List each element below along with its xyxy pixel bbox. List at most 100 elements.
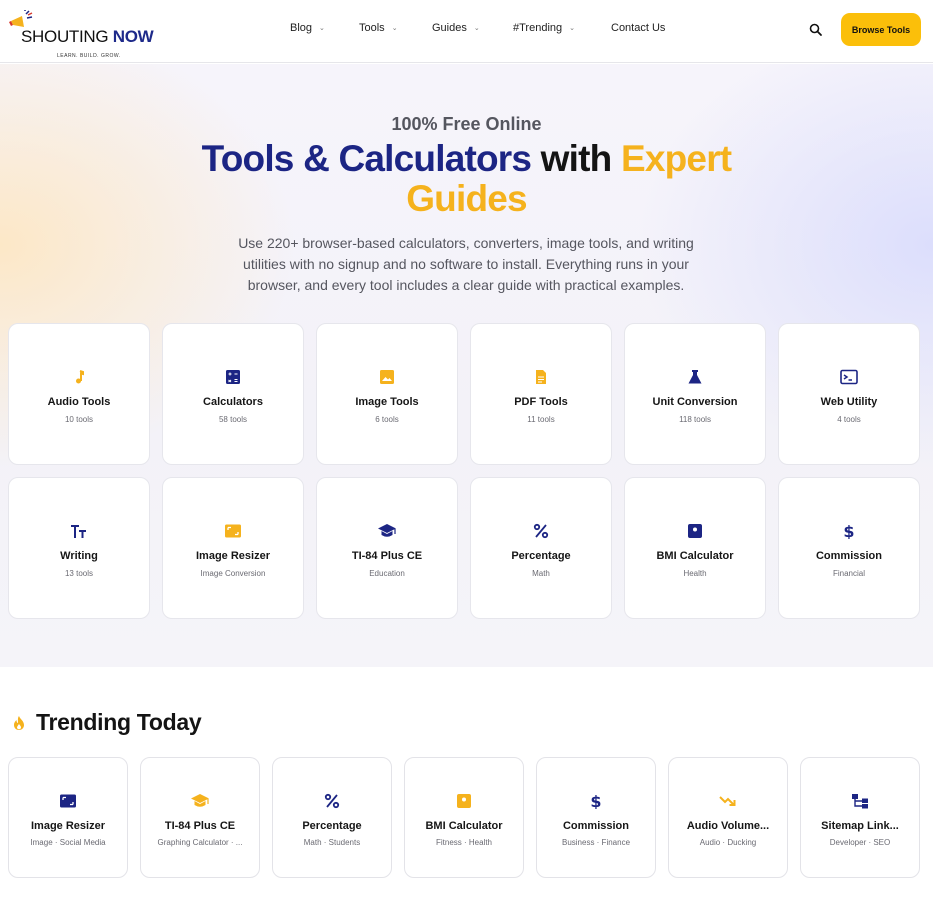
featured-card-writing[interactable]: Writing 13 tools — [8, 477, 150, 619]
card-tags: Image · Social Media — [30, 838, 106, 847]
photo-size-icon — [225, 524, 241, 538]
featured-card-commission[interactable]: $ Commission Financial — [778, 477, 920, 619]
hero-section: 100% Free Online Tools & Calculators wit… — [0, 64, 933, 667]
site-header: SHOUTING NOW LEARN. BUILD. GROW. Blog ⌄ T… — [0, 0, 933, 63]
card-tags: Developer · SEO — [829, 838, 891, 847]
trending-card-ti84[interactable]: TI-84 Plus CE Graphing Calculator · ... — [140, 757, 260, 878]
card-subtitle: Math — [532, 569, 550, 578]
dollar-icon: $ — [843, 523, 854, 539]
card-count: 58 tools — [218, 415, 248, 424]
card-title: PDF Tools — [514, 396, 568, 408]
card-title: Sitemap Link... — [821, 820, 899, 832]
card-count: 6 tools — [375, 415, 399, 424]
hero-eyebrow: 100% Free Online — [391, 114, 542, 134]
card-title: Writing — [60, 550, 98, 562]
card-title: Commission — [815, 550, 882, 562]
photo-size-icon — [60, 794, 76, 808]
logo-tagline: LEARN. BUILD. GROW. — [57, 53, 121, 59]
nav-blog[interactable]: Blog ⌄ — [290, 22, 359, 34]
trending-card-image-resizer[interactable]: Image Resizer Image · Social Media — [8, 757, 128, 878]
chevron-down-icon: ⌄ — [391, 25, 398, 32]
card-title: Audio Tools — [47, 396, 111, 408]
card-title: Image Resizer — [31, 820, 105, 832]
graduation-cap-icon — [191, 794, 209, 807]
image-icon — [380, 370, 394, 384]
card-title: BMI Calculator — [656, 550, 734, 562]
card-title: Image Resizer — [196, 550, 270, 562]
card-subtitle: Health — [683, 569, 707, 578]
category-grid: Audio Tools 10 tools Calculators 58 tool… — [8, 323, 922, 465]
nav-guides[interactable]: Guides ⌄ — [432, 22, 513, 34]
svg-text:$: $ — [590, 793, 601, 809]
featured-card-bmi[interactable]: BMI Calculator Health — [624, 477, 766, 619]
card-title: Percentage — [302, 820, 362, 832]
card-count: 10 tools — [64, 415, 94, 424]
scale-icon — [688, 524, 702, 538]
browse-tools-button[interactable]: Browse Tools — [841, 13, 921, 46]
category-card-image-tools[interactable]: Image Tools 6 tools — [316, 323, 458, 465]
category-card-pdf-tools[interactable]: PDF Tools 11 tools — [470, 323, 612, 465]
featured-grid: Writing 13 tools Image Resizer Image Con… — [8, 477, 922, 619]
graduation-cap-icon — [378, 524, 396, 537]
logo-wordmark: SHOUTING NOW — [21, 27, 154, 46]
card-tags: Fitness · Health — [435, 838, 493, 847]
card-tags: Graphing Calculator · ... — [157, 838, 243, 847]
terminal-icon — [840, 369, 858, 385]
hero-description: Use 220+ browser-based calculators, conv… — [238, 235, 694, 293]
nav-trending[interactable]: #Trending ⌄ — [513, 22, 611, 34]
card-count: 4 tools — [837, 415, 861, 424]
chevron-down-icon: ⌄ — [473, 25, 480, 32]
category-card-unit-conversion[interactable]: Unit Conversion 118 tools — [624, 323, 766, 465]
trending-card-bmi[interactable]: BMI Calculator Fitness · Health — [404, 757, 524, 878]
card-title: TI-84 Plus CE — [351, 550, 423, 562]
percent-icon — [533, 523, 549, 539]
card-title: Percentage — [511, 550, 571, 562]
card-count: 11 tools — [527, 415, 555, 424]
document-icon — [536, 370, 546, 384]
main-nav: Blog ⌄ Tools ⌄ Guides ⌄ #Trending ⌄ Contact … — [290, 22, 665, 34]
trending-card-audio-volume[interactable]: Audio Volume... Audio · Ducking — [668, 757, 788, 878]
percent-icon — [324, 793, 340, 809]
text-size-icon — [71, 525, 86, 538]
card-subtitle: Financial — [832, 569, 865, 578]
trending-title: Trending Today — [36, 709, 202, 735]
card-tags: Math · Students — [303, 838, 361, 847]
flame-icon — [14, 715, 24, 730]
card-count: 118 tools — [679, 415, 711, 424]
card-subtitle: 13 tools — [64, 569, 94, 578]
calculator-icon — [226, 370, 240, 384]
card-subtitle: Education — [369, 569, 405, 578]
nav-contact-us[interactable]: Contact Us — [611, 22, 665, 34]
card-title: BMI Calculator — [425, 820, 503, 832]
card-title: Web Utility — [820, 396, 878, 408]
featured-card-image-resizer[interactable]: Image Resizer Image Conversion — [162, 477, 304, 619]
card-title: Image Tools — [355, 396, 419, 408]
trending-card-percentage[interactable]: Percentage Math · Students — [272, 757, 392, 878]
category-card-calculators[interactable]: Calculators 58 tools — [162, 323, 304, 465]
card-title: TI-84 Plus CE — [164, 820, 236, 832]
card-subtitle: Image Conversion — [200, 569, 266, 578]
card-title: Calculators — [203, 396, 263, 408]
svg-text:$: $ — [843, 523, 854, 539]
trending-card-commission[interactable]: $ Commission Business · Finance — [536, 757, 656, 878]
trending-card-sitemap[interactable]: Sitemap Link... Developer · SEO — [800, 757, 920, 878]
trending-down-icon — [719, 796, 736, 806]
search-icon[interactable] — [806, 20, 826, 40]
sitemap-icon — [852, 794, 868, 809]
featured-card-ti84[interactable]: TI-84 Plus CE Education — [316, 477, 458, 619]
category-card-web-utility[interactable]: Web Utility 4 tools — [778, 323, 920, 465]
chevron-down-icon: ⌄ — [569, 25, 575, 32]
flask-icon — [688, 370, 702, 384]
logo[interactable]: SHOUTING NOW LEARN. BUILD. GROW. — [8, 8, 158, 59]
nav-tools[interactable]: Tools ⌄ — [359, 22, 432, 34]
music-note-icon — [76, 370, 84, 384]
featured-card-percentage[interactable]: Percentage Math — [470, 477, 612, 619]
trending-list: Image Resizer Image · Social Media TI-84… — [8, 757, 922, 878]
card-tags: Business · Finance — [561, 838, 631, 847]
scale-icon — [457, 794, 471, 808]
card-title: Commission — [562, 820, 629, 832]
card-title: Unit Conversion — [652, 396, 738, 408]
chevron-down-icon: ⌄ — [319, 25, 325, 32]
category-card-audio-tools[interactable]: Audio Tools 10 tools — [8, 323, 150, 465]
card-tags: Audio · Ducking — [699, 838, 757, 847]
